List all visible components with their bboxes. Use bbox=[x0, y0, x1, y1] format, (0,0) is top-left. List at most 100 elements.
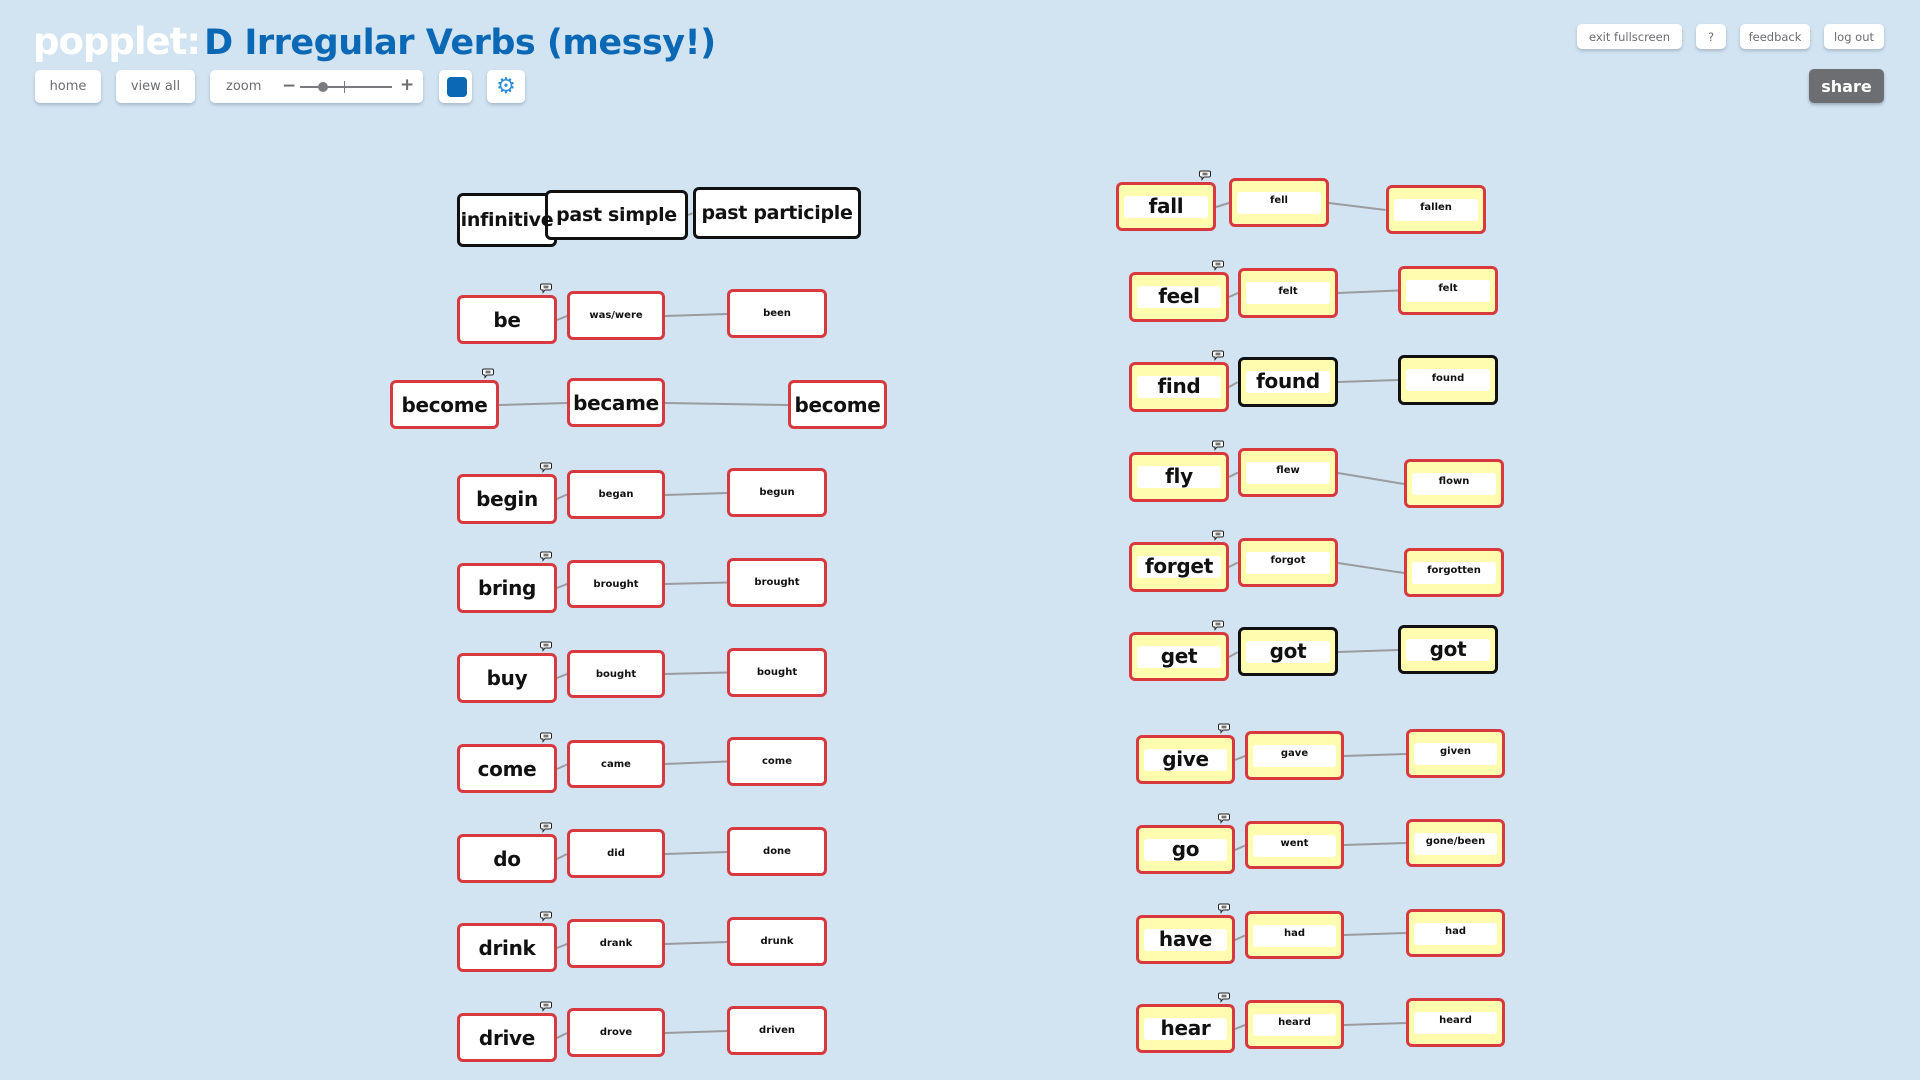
connector-line bbox=[664, 1029, 728, 1034]
node-text: forget bbox=[1145, 554, 1213, 578]
verb-node-past-participle[interactable]: given bbox=[1406, 729, 1505, 778]
comment-icon[interactable] bbox=[540, 1001, 552, 1012]
comment-icon[interactable] bbox=[540, 551, 552, 562]
verb-node-past-participle[interactable]: felt bbox=[1398, 266, 1498, 315]
verb-node-past-participle[interactable]: gone/been bbox=[1406, 819, 1505, 867]
verb-node-past-simple[interactable]: bought bbox=[567, 650, 665, 698]
verb-node-past-simple[interactable]: became bbox=[567, 378, 665, 427]
comment-icon[interactable] bbox=[1218, 723, 1230, 734]
connector-line bbox=[1228, 561, 1239, 568]
verb-node-infinitive[interactable]: forget bbox=[1129, 542, 1229, 592]
comment-icon[interactable] bbox=[540, 641, 552, 652]
verb-node-infinitive[interactable]: bring bbox=[457, 563, 557, 613]
verb-node-past-simple[interactable]: gave bbox=[1245, 731, 1344, 780]
comment-icon[interactable] bbox=[1218, 992, 1230, 1003]
verb-node-past-simple[interactable]: was/were bbox=[567, 291, 665, 340]
verb-node-past-participle[interactable]: fallen bbox=[1386, 185, 1486, 234]
verb-node-past-simple[interactable]: began bbox=[567, 470, 665, 519]
comment-icon[interactable] bbox=[1212, 260, 1224, 271]
verb-node-infinitive[interactable]: fly bbox=[1129, 452, 1229, 502]
verb-node-infinitive[interactable]: drink bbox=[457, 923, 557, 972]
connector-line bbox=[556, 673, 568, 679]
verb-node-past-participle[interactable]: found bbox=[1398, 355, 1498, 405]
verb-node-infinitive[interactable]: drive bbox=[457, 1013, 557, 1062]
verb-node-past-participle[interactable]: got bbox=[1398, 625, 1498, 674]
verb-node-past-participle[interactable]: come bbox=[727, 737, 827, 786]
verb-node-past-simple[interactable]: forgot bbox=[1238, 538, 1338, 587]
verb-node-past-simple[interactable]: fell bbox=[1229, 178, 1329, 227]
comment-icon[interactable] bbox=[540, 732, 552, 743]
comment-icon[interactable] bbox=[540, 822, 552, 833]
verb-node-infinitive[interactable]: come bbox=[457, 744, 557, 793]
verb-node-past-simple[interactable]: did bbox=[567, 829, 665, 878]
verb-node-infinitive[interactable]: buy bbox=[457, 653, 557, 703]
verb-node-past-participle[interactable]: brought bbox=[727, 558, 827, 607]
verb-node-infinitive[interactable]: give bbox=[1136, 735, 1235, 784]
connector-line bbox=[1234, 844, 1246, 851]
popplet-canvas[interactable]: infinitive past simple past participle be wa… bbox=[0, 0, 1920, 1080]
header-node-past-simple[interactable]: past simple bbox=[545, 190, 688, 240]
comment-icon[interactable] bbox=[1199, 170, 1211, 181]
connector-line bbox=[664, 850, 728, 855]
verb-node-past-participle[interactable]: become bbox=[788, 380, 887, 429]
node-text: found bbox=[1256, 369, 1320, 393]
verb-node-infinitive[interactable]: feel bbox=[1129, 272, 1229, 322]
verb-node-past-simple[interactable]: brought bbox=[567, 560, 665, 608]
verb-node-past-participle[interactable]: had bbox=[1406, 909, 1505, 957]
verb-node-infinitive[interactable]: find bbox=[1129, 362, 1229, 412]
node-text: went bbox=[1280, 837, 1309, 849]
verb-node-past-participle[interactable]: flown bbox=[1404, 459, 1504, 508]
verb-node-past-simple[interactable]: got bbox=[1238, 627, 1338, 676]
verb-node-infinitive[interactable]: do bbox=[457, 834, 557, 883]
node-text: given bbox=[1439, 746, 1471, 757]
header-node-infinitive[interactable]: infinitive bbox=[457, 193, 557, 247]
connector-line bbox=[1337, 289, 1399, 294]
node-text: gone/been bbox=[1425, 835, 1486, 847]
verb-node-past-participle[interactable]: done bbox=[727, 827, 827, 876]
verb-node-past-participle[interactable]: bought bbox=[727, 648, 827, 697]
verb-node-infinitive[interactable]: get bbox=[1129, 632, 1229, 681]
verb-node-past-simple[interactable]: drank bbox=[567, 919, 665, 968]
header-node-past-participle[interactable]: past participle bbox=[693, 187, 861, 239]
verb-node-infinitive[interactable]: go bbox=[1136, 825, 1235, 874]
comment-icon[interactable] bbox=[540, 283, 552, 294]
verb-node-past-participle[interactable]: driven bbox=[727, 1006, 827, 1055]
verb-node-past-participle[interactable]: been bbox=[727, 289, 827, 338]
comment-icon[interactable] bbox=[482, 368, 494, 379]
comment-icon[interactable] bbox=[1218, 903, 1230, 914]
comment-icon[interactable] bbox=[540, 911, 552, 922]
verb-node-past-simple[interactable]: went bbox=[1245, 821, 1344, 869]
verb-node-infinitive[interactable]: become bbox=[390, 380, 499, 429]
node-text: feel bbox=[1158, 284, 1200, 308]
verb-node-past-simple[interactable]: found bbox=[1238, 357, 1338, 407]
connector-line bbox=[498, 401, 568, 406]
verb-node-past-simple[interactable]: felt bbox=[1238, 268, 1338, 318]
verb-node-past-participle[interactable]: forgotten bbox=[1404, 548, 1504, 597]
node-text: driven bbox=[759, 1025, 795, 1036]
node-text: drove bbox=[599, 1027, 633, 1038]
verb-node-infinitive[interactable]: fall bbox=[1116, 182, 1216, 231]
comment-icon[interactable] bbox=[1212, 530, 1224, 541]
comment-icon[interactable] bbox=[540, 462, 552, 473]
verb-node-past-participle[interactable]: heard bbox=[1406, 998, 1505, 1047]
comment-icon[interactable] bbox=[1212, 620, 1224, 631]
node-text: fly bbox=[1165, 464, 1193, 488]
node-text: go bbox=[1171, 836, 1200, 861]
node-text: did bbox=[607, 848, 625, 859]
connector-line bbox=[1228, 381, 1239, 388]
verb-node-infinitive[interactable]: hear bbox=[1136, 1004, 1235, 1053]
verb-node-infinitive[interactable]: begin bbox=[457, 474, 557, 524]
verb-node-past-simple[interactable]: flew bbox=[1238, 448, 1338, 497]
verb-node-past-simple[interactable]: heard bbox=[1245, 1000, 1344, 1049]
verb-node-past-simple[interactable]: drove bbox=[567, 1008, 665, 1057]
connector-line bbox=[1234, 934, 1246, 941]
verb-node-past-participle[interactable]: drunk bbox=[727, 917, 827, 966]
comment-icon[interactable] bbox=[1218, 813, 1230, 824]
verb-node-past-simple[interactable]: came bbox=[567, 740, 665, 788]
verb-node-past-participle[interactable]: begun bbox=[727, 468, 827, 517]
verb-node-past-simple[interactable]: had bbox=[1245, 911, 1344, 959]
verb-node-infinitive[interactable]: be bbox=[457, 295, 557, 344]
comment-icon[interactable] bbox=[1212, 350, 1224, 361]
verb-node-infinitive[interactable]: have bbox=[1136, 915, 1235, 964]
comment-icon[interactable] bbox=[1212, 440, 1224, 451]
